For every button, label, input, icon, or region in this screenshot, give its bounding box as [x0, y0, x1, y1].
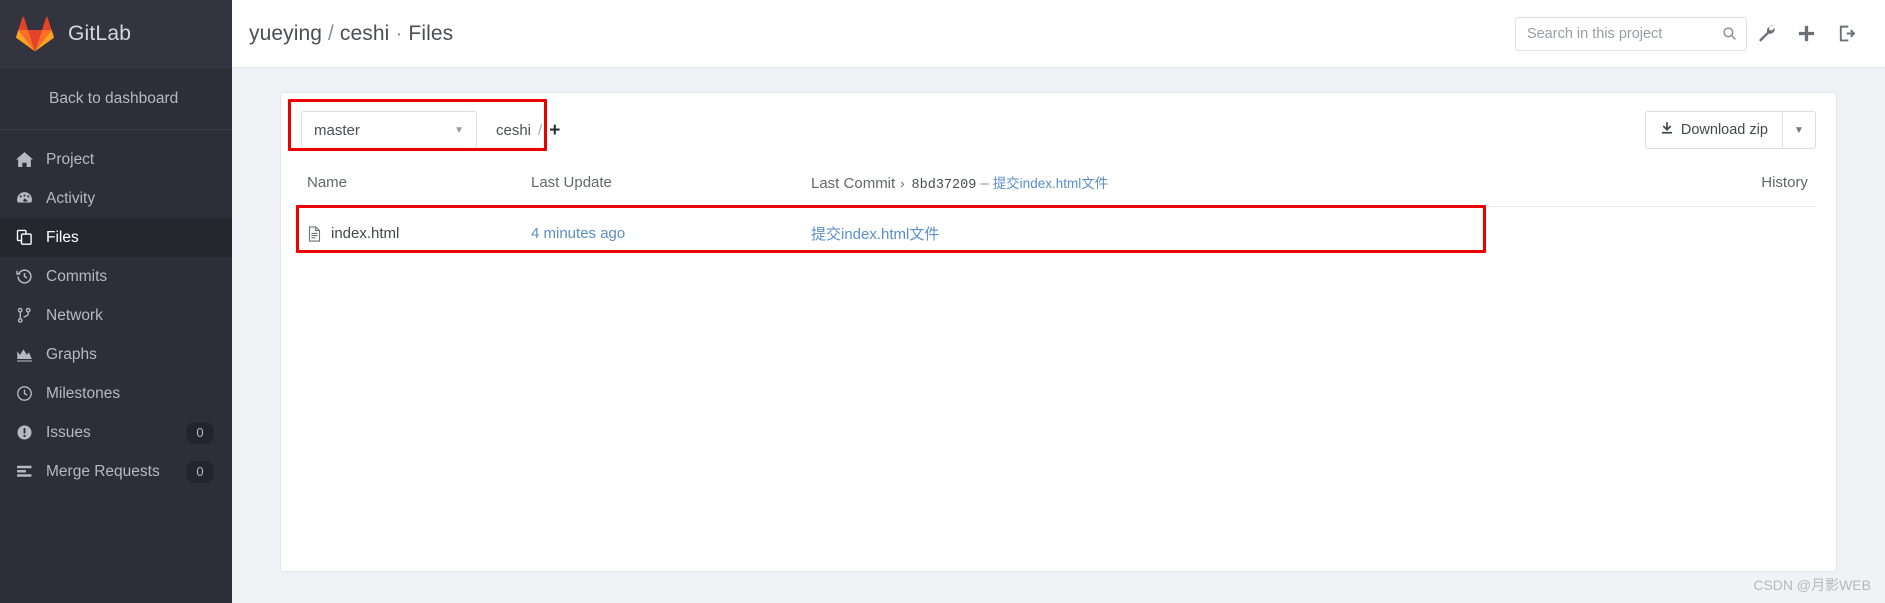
- file-last-update-cell[interactable]: 4 minutes ago: [531, 207, 811, 262]
- main-area: yueying / ceshi · Files Search in this p…: [232, 0, 1885, 603]
- last-commit-label: Last Commit: [811, 175, 896, 192]
- commit-sha-link[interactable]: 8bd37209: [912, 178, 977, 193]
- sidebar-item-graphs[interactable]: Graphs: [0, 335, 232, 374]
- file-name-cell: index.html: [301, 207, 531, 262]
- breadcrumb-slash: /: [328, 21, 334, 45]
- search-input[interactable]: [1524, 24, 1722, 43]
- sidebar-item-project[interactable]: Project: [0, 140, 232, 179]
- table-row[interactable]: index.html 4 minutes ago 提交index.html文件: [301, 207, 1816, 262]
- search-box[interactable]: [1514, 16, 1747, 51]
- files-table-body: index.html 4 minutes ago 提交index.html文件: [301, 207, 1816, 262]
- commit-message-link[interactable]: 提交index.html文件: [993, 176, 1109, 191]
- sidebar: GitLab Back to dashboard Project Activit…: [0, 0, 232, 603]
- chevron-right-icon: ›: [900, 176, 905, 191]
- download-options-caret[interactable]: ▼: [1781, 111, 1816, 149]
- download-group: Download zip ▼: [1644, 111, 1816, 149]
- table-header-row: Name Last Update Last Commit › 8bd37209– 提交…: [301, 163, 1816, 207]
- chart-area-icon: [16, 346, 46, 363]
- sidebar-item-label: Commits: [46, 267, 108, 285]
- file-history-cell: [1313, 207, 1815, 262]
- branch-selector[interactable]: master ▼: [301, 111, 477, 149]
- dashboard-icon: [16, 190, 46, 207]
- sidebar-item-label: Graphs: [46, 345, 97, 363]
- chevron-down-icon: ▼: [1793, 124, 1804, 136]
- files-table-head: Name Last Update Last Commit › 8bd37209– 提交…: [301, 163, 1816, 207]
- history-icon: [16, 268, 46, 285]
- sidebar-item-label: Network: [46, 306, 103, 324]
- sidebar-nav: Project Activity Files Commits Network G…: [0, 130, 232, 491]
- path-breadcrumb: ceshi / +: [496, 121, 560, 140]
- sidebar-item-label: Merge Requests: [46, 462, 160, 480]
- sidebar-item-issues[interactable]: Issues 0: [0, 413, 232, 452]
- column-header-last-update: Last Update: [531, 163, 811, 207]
- home-icon: [16, 151, 46, 168]
- sidebar-item-label: Project: [46, 150, 95, 168]
- download-icon: [1660, 121, 1674, 139]
- files-icon: [16, 229, 46, 246]
- issues-count-badge: 0: [186, 421, 214, 444]
- gitlab-files-page: GitLab Back to dashboard Project Activit…: [0, 0, 1885, 603]
- download-zip-button[interactable]: Download zip: [1644, 111, 1782, 149]
- back-to-dashboard-label: Back to dashboard: [49, 89, 179, 107]
- sidebar-item-label: Files: [46, 228, 79, 246]
- repo-files-panel: master ▼ ceshi / + Download zip ▼ Name L…: [280, 92, 1837, 572]
- download-zip-label: Download zip: [1680, 122, 1768, 138]
- file-name-text: index.html: [331, 225, 400, 242]
- branch-selector-value: master: [314, 121, 360, 139]
- breadcrumb-namespace[interactable]: yueying: [249, 22, 322, 45]
- breadcrumb-dot: ·: [395, 21, 403, 45]
- brand-header[interactable]: GitLab: [0, 0, 232, 68]
- files-table: Name Last Update Last Commit › 8bd37209– 提交…: [301, 163, 1816, 261]
- sidebar-item-label: Milestones: [46, 384, 121, 402]
- branch-area: master ▼ ceshi / +: [301, 111, 560, 149]
- content-area: master ▼ ceshi / + Download zip ▼ Name L…: [232, 68, 1885, 603]
- sidebar-item-network[interactable]: Network: [0, 296, 232, 335]
- sign-out-icon[interactable]: [1827, 14, 1867, 54]
- watermark: CSDN @月影WEB: [1753, 577, 1871, 593]
- column-header-history[interactable]: History: [1313, 163, 1816, 207]
- chevron-down-icon: ▼: [454, 124, 464, 136]
- top-header: yueying / ceshi · Files: [232, 0, 1885, 68]
- page-title: yueying / ceshi · Files: [249, 22, 453, 46]
- exclamation-circle-icon: [16, 424, 46, 441]
- sidebar-item-activity[interactable]: Activity: [0, 179, 232, 218]
- column-header-name: Name: [301, 163, 531, 207]
- merge-request-icon: [16, 463, 46, 480]
- sidebar-item-label: Activity: [46, 189, 96, 207]
- file-name-link[interactable]: index.html: [307, 225, 531, 242]
- wrench-icon[interactable]: [1747, 14, 1787, 54]
- sidebar-item-milestones[interactable]: Milestones: [0, 374, 232, 413]
- search-icon[interactable]: [1722, 26, 1737, 41]
- add-file-button[interactable]: +: [549, 121, 560, 140]
- brand-name: GitLab: [68, 21, 132, 45]
- sidebar-item-label: Issues: [46, 423, 91, 441]
- commit-dash: –: [980, 175, 989, 192]
- sidebar-item-commits[interactable]: Commits: [0, 257, 232, 296]
- clock-icon: [16, 385, 46, 402]
- plus-icon[interactable]: [1787, 14, 1827, 54]
- sidebar-item-files[interactable]: Files: [0, 218, 232, 257]
- merge-requests-count-badge: 0: [186, 460, 214, 483]
- back-to-dashboard-link[interactable]: Back to dashboard: [0, 68, 232, 130]
- path-crumb-root[interactable]: ceshi: [496, 122, 531, 139]
- breadcrumb-project[interactable]: ceshi: [340, 22, 390, 45]
- branch-icon: [16, 307, 46, 324]
- sidebar-item-merge-requests[interactable]: Merge Requests 0: [0, 452, 232, 491]
- file-text-icon: [307, 225, 322, 242]
- breadcrumb-section: Files: [408, 21, 454, 45]
- tree-controls: master ▼ ceshi / + Download zip ▼: [301, 111, 1816, 163]
- column-header-last-commit: Last Commit › 8bd37209– 提交index.html文件: [811, 163, 1314, 207]
- path-slash: /: [538, 121, 543, 139]
- gitlab-tanuki-logo-icon: [16, 16, 54, 52]
- file-last-commit-cell[interactable]: 提交index.html文件: [811, 207, 1313, 262]
